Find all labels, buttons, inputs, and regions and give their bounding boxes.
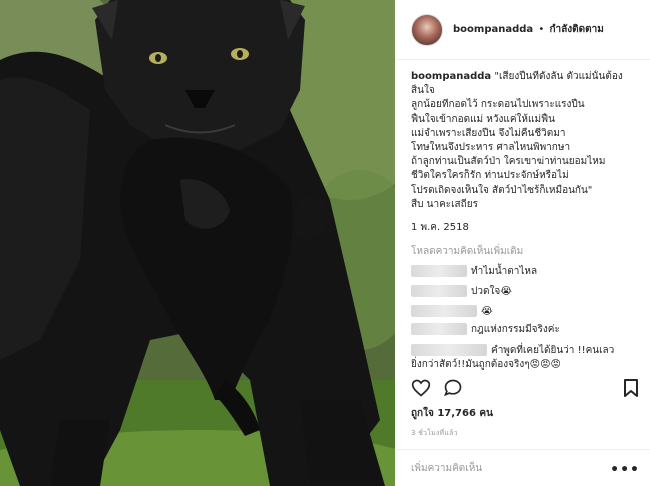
caption-text: "เสียงปืนที่ดังลั่น ตัวแม่นั้นต้อง <box>494 71 623 82</box>
comment-item-continued: ยิ่งกว่าสัตว์!!มันถูกต้องจริงๆ😡😡😡 <box>411 357 561 371</box>
caption-line: โปรดเถิดจงเห็นใจ สัตว์ป่าไซร้ก็เหมือนกัน… <box>411 184 593 196</box>
header-username[interactable]: boompanadda <box>453 24 533 35</box>
comment-text: ปวดใจ😭 <box>471 285 512 297</box>
add-comment-field[interactable]: เพิ่มความคิดเห็น ••• <box>395 449 650 486</box>
bookmark-icon[interactable] <box>623 378 639 402</box>
caption-line: ชีวิตใครใครก็รัก ท่านประจักษ์หรือไม่ <box>411 170 569 182</box>
caption-line: โทษใหนจึงประหาร ศาลไหนพิพากษา <box>411 142 571 154</box>
more-options-icon[interactable]: ••• <box>610 462 640 478</box>
header-text: boompanadda • กำลังติดตาม <box>453 22 604 37</box>
caption-line: ลูกน้อยที่กอดไว้ กระดอนไปเพราะแรงปืน <box>411 99 585 111</box>
comment-item: 😭 <box>411 304 493 318</box>
avatar[interactable] <box>411 13 443 46</box>
caption-username[interactable]: boompanadda <box>411 71 491 82</box>
caption-first-line: boompanadda "เสียงปืนที่ดังลั่น ตัวแม่นั… <box>411 70 643 84</box>
post-caption: boompanadda "เสียงปืนที่ดังลั่น ตัวแม่นั… <box>411 70 643 212</box>
post-side-panel: boompanadda • กำลังติดตาม boompanadda "เ… <box>395 0 650 486</box>
blurred-username <box>411 305 477 317</box>
likes-count[interactable]: ถูกใจ 17,766 คน <box>411 406 493 421</box>
header-separator: • <box>538 24 545 35</box>
comment-text: ยิ่งกว่าสัตว์!!มันถูกต้องจริงๆ😡😡😡 <box>411 358 561 370</box>
post-header: boompanadda • กำลังติดตาม <box>395 0 650 60</box>
post-time-ago: 3 ชั่วโมงที่แล้ว <box>411 429 458 437</box>
blurred-username <box>411 285 467 297</box>
comment-item: กฎแห่งกรรมมีจริงค่ะ <box>411 322 560 336</box>
comment-text: 😭 <box>481 305 493 317</box>
comment-text: คำพูดที่เคยได้ยินว่า !!คนเลว <box>491 344 615 356</box>
comment-text: กฎแห่งกรรมมีจริงค่ะ <box>471 323 560 335</box>
blurred-username <box>411 265 467 277</box>
caption-line: ฟื้นใจเข้ากอดแม่ หวังแค่ให้แม่ฟื้น <box>411 113 555 125</box>
caption-date: 1 พ.ค. 2518 <box>411 222 469 233</box>
add-comment-placeholder[interactable]: เพิ่มความคิดเห็น <box>411 461 482 476</box>
comment-item: ปวดใจ😭 <box>411 284 512 298</box>
caption-line: แม่จำเพราะเสียงปืน จึงไม่คืนชีวิตมา <box>411 127 566 139</box>
black-panther-image <box>0 0 395 486</box>
comment-icon[interactable] <box>443 378 463 402</box>
blurred-username <box>411 323 467 335</box>
comment-text: ทำไมน้ำตาไหล <box>471 265 538 277</box>
post-actions <box>395 376 650 404</box>
following-button[interactable]: กำลังติดตาม <box>549 24 603 35</box>
heart-icon[interactable] <box>411 378 431 402</box>
caption-line: สิ้นใจ <box>411 85 435 97</box>
caption-line: สืบ นาคะเสถียร <box>411 198 478 210</box>
caption-line: ถ้าลูกท่านเป็นสัตว์ป่า ใครเขาฆ่าท่านยอมไ… <box>411 156 606 168</box>
comment-item: คำพูดที่เคยได้ยินว่า !!คนเลว <box>411 343 614 357</box>
instagram-post: boompanadda • กำลังติดตาม boompanadda "เ… <box>0 0 650 486</box>
blurred-username <box>411 344 487 356</box>
load-more-comments-link[interactable]: โหลดความคิดเห็นเพิ่มเติม <box>411 244 523 259</box>
post-photo[interactable] <box>0 0 395 486</box>
comment-item: ทำไมน้ำตาไหล <box>411 264 537 278</box>
